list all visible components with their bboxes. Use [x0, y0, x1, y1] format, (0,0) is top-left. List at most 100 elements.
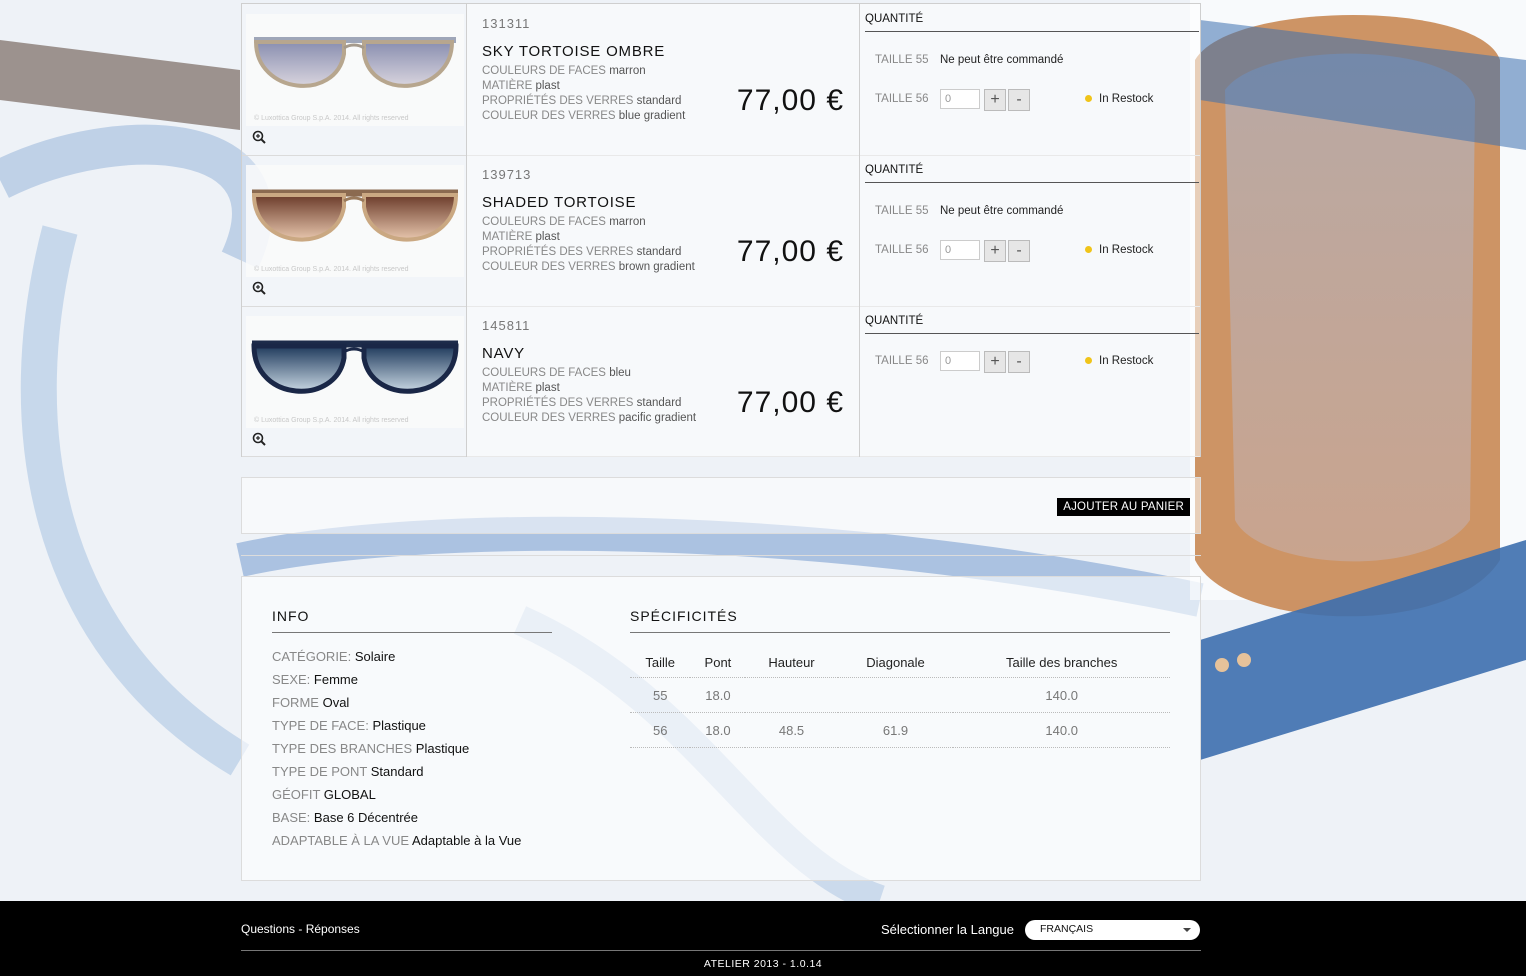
specs-table: Taille Pont Hauteur Diagonale Taille des… [630, 647, 1170, 748]
product-row: © Luxottica Group S.p.A. 2014. All right… [242, 4, 1200, 156]
specs-column-header: Pont [704, 654, 732, 670]
specs-cell: 140.0 [953, 712, 1170, 748]
decrement-button[interactable]: - [1008, 240, 1030, 262]
specs-column-header: Hauteur [768, 654, 815, 670]
attribute-value: plast [535, 231, 560, 243]
unavailable-text: Ne peut être commandé [940, 54, 1064, 66]
specs-column-header: Diagonale [866, 654, 925, 670]
attribute-label: MATIÈRE [482, 80, 533, 92]
specs-cell: 18.0 [690, 677, 746, 713]
product-attributes: COULEURS DE FACES bleu MATIÈRE plast PRO… [482, 366, 696, 426]
stock-status-label: In Restock [1099, 355, 1154, 367]
product-info-cell: 145811 NAVY COULEURS DE FACES bleu MATIÈ… [467, 306, 860, 457]
language-select[interactable]: FRANÇAIS [1025, 920, 1200, 940]
product-image-cell: © Luxottica Group S.p.A. 2014. All right… [242, 155, 467, 306]
sunglasses-navy-image [251, 340, 459, 394]
stock-status: In Restock [1085, 93, 1153, 105]
attribute-label: PROPRIÉTÉS DES VERRES [482, 246, 634, 258]
size-label: TAILLE 56 [875, 93, 929, 105]
info-item: SEXE: Femme [272, 668, 521, 691]
increment-button[interactable]: + [984, 89, 1006, 111]
info-heading: INFO [272, 608, 552, 633]
specs-column-header: Taille [645, 654, 676, 670]
status-dot-icon [1085, 246, 1092, 254]
attribute-line: MATIÈRE plast [482, 381, 696, 396]
zoom-in-icon[interactable] [252, 281, 266, 295]
specs-row: 56 18.0 48.5 61.9 140.0 [630, 712, 1170, 748]
product-name: NAVY [482, 345, 525, 362]
size-label: TAILLE 55 [875, 205, 929, 217]
info-key: BASE: [272, 810, 311, 825]
image-copyright: © Luxottica Group S.p.A. 2014. All right… [254, 266, 409, 273]
decrement-button[interactable]: - [1008, 351, 1030, 373]
faq-link[interactable]: Questions - Réponses [241, 922, 360, 936]
product-image: © Luxottica Group S.p.A. 2014. All right… [246, 14, 464, 126]
info-item: CATÉGORIE: Solaire [272, 645, 521, 668]
product-image: © Luxottica Group S.p.A. 2014. All right… [246, 316, 464, 428]
attribute-value: pacific gradient [618, 412, 697, 424]
info-item: BASE: Base 6 Décentrée [272, 806, 521, 829]
attribute-line: COULEURS DE FACES bleu [482, 366, 696, 381]
quantity-cell: QUANTITÉ TAILLE 56 + - In Restock [860, 306, 1200, 457]
increment-button[interactable]: + [984, 240, 1006, 262]
info-value: Oval [322, 695, 350, 710]
zoom-in-icon[interactable] [252, 130, 266, 144]
attribute-line: COULEUR DES VERRES brown gradient [482, 260, 695, 275]
attribute-line: COULEUR DES VERRES pacific gradient [482, 411, 696, 426]
specs-cell: 140.0 [953, 677, 1170, 713]
product-sku: 131311 [482, 16, 531, 31]
attribute-value: standard [636, 246, 682, 258]
attribute-line: MATIÈRE plast [482, 230, 695, 245]
info-key: SEXE: [272, 672, 311, 687]
add-to-cart-button[interactable]: AJOUTER AU PANIER [1057, 498, 1190, 516]
product-table: © Luxottica Group S.p.A. 2014. All right… [241, 3, 1201, 457]
quantity-header: QUANTITÉ [865, 315, 1199, 334]
attribute-label: MATIÈRE [482, 231, 533, 243]
quantity-input[interactable] [940, 89, 980, 109]
attribute-value: marron [609, 216, 646, 228]
product-attributes: COULEURS DE FACES marron MATIÈRE plast P… [482, 215, 695, 275]
specs-column-header: Taille des branches [1006, 654, 1118, 670]
product-image-cell: © Luxottica Group S.p.A. 2014. All right… [242, 4, 467, 155]
product-image: © Luxottica Group S.p.A. 2014. All right… [246, 165, 464, 277]
specs-header-row: Taille Pont Hauteur Diagonale Taille des… [630, 647, 1170, 678]
stock-status: In Restock [1085, 355, 1153, 367]
attribute-line: COULEUR DES VERRES blue gradient [482, 109, 685, 124]
quantity-cell: QUANTITÉ TAILLE 55 Ne peut être commandé… [860, 4, 1200, 155]
attribute-label: COULEUR DES VERRES [482, 110, 616, 122]
info-item: GÉOFIT GLOBAL [272, 783, 521, 806]
attribute-label: COULEURS DE FACES [482, 216, 606, 228]
stock-status: In Restock [1085, 244, 1153, 256]
product-price: 77,00 € [736, 84, 844, 117]
quantity-input[interactable] [940, 351, 980, 371]
attribute-label: PROPRIÉTÉS DES VERRES [482, 95, 634, 107]
attribute-line: COULEURS DE FACES marron [482, 64, 685, 79]
info-value: Standard [370, 764, 424, 779]
increment-button[interactable]: + [984, 351, 1006, 373]
language-label: Sélectionner la Langue [881, 922, 1014, 937]
stock-status-label: In Restock [1099, 244, 1154, 256]
info-list: CATÉGORIE: Solaire SEXE: Femme FORME Ova… [272, 645, 521, 852]
info-key: TYPE DE FACE: [272, 718, 369, 733]
product-row: © Luxottica Group S.p.A. 2014. All right… [242, 306, 1200, 457]
info-value: Adaptable à la Vue [411, 833, 522, 848]
info-key: ADAPTABLE À LA VUE [272, 833, 410, 848]
product-price: 77,00 € [736, 235, 844, 268]
zoom-in-icon[interactable] [252, 432, 266, 446]
product-attributes: COULEURS DE FACES marron MATIÈRE plast P… [482, 64, 685, 124]
attribute-line: PROPRIÉTÉS DES VERRES standard [482, 94, 685, 109]
unavailable-text: Ne peut être commandé [940, 205, 1064, 217]
attribute-label: COULEURS DE FACES [482, 65, 606, 77]
footer: Questions - Réponses Sélectionner la Lan… [0, 901, 1526, 976]
decrement-button[interactable]: - [1008, 89, 1030, 111]
sunglasses-sky-tortoise-image [253, 37, 456, 88]
specs-cell: 56 [630, 712, 691, 748]
info-value: Base 6 Décentrée [313, 810, 418, 825]
quantity-input[interactable] [940, 240, 980, 260]
specs-cell: 18.0 [690, 712, 746, 748]
chevron-down-icon [1183, 928, 1191, 932]
specs-cell: 55 [630, 677, 691, 713]
info-value: Solaire [354, 649, 396, 664]
specs-row: 55 18.0 140.0 [630, 677, 1170, 713]
size-label: TAILLE 56 [875, 244, 929, 256]
